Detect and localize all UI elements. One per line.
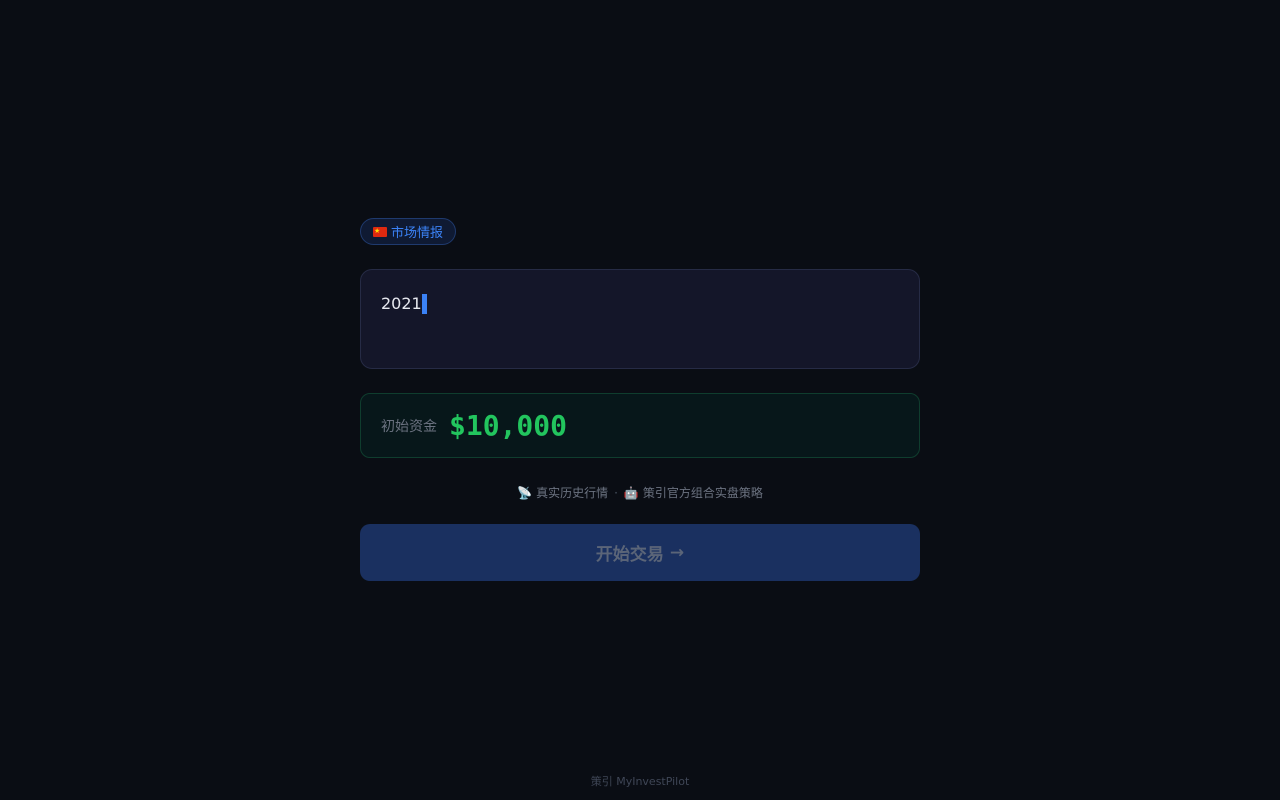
year-input[interactable]: 2021	[360, 269, 920, 369]
data-source-info: 📡 真实历史行情 · 🤖 策引官方组合实盘策略	[360, 484, 920, 501]
start-trading-label: 开始交易	[595, 545, 664, 565]
footer-brand: 策引 MyInvestPilot	[590, 775, 690, 788]
main-container: 市场情报 2021 初始资金 $10,000 📡 真实历史行情 · 🤖 策引官方…	[360, 218, 920, 581]
initial-capital-value: $10,000	[449, 409, 568, 442]
china-flag-icon	[373, 224, 387, 238]
year-input-value: 2021	[381, 294, 422, 313]
initial-capital-label: 初始资金	[381, 418, 437, 435]
robot-icon: 🤖	[623, 485, 639, 500]
page: 市场情报 2021 初始资金 $10,000 📡 真实历史行情 · 🤖 策引官方…	[0, 0, 1280, 800]
text-cursor	[421, 294, 427, 314]
info-separator: ·	[614, 485, 618, 500]
historical-data-text: 真实历史行情	[536, 486, 609, 500]
initial-capital-panel: 初始资金 $10,000	[360, 393, 920, 458]
start-trading-button[interactable]: 开始交易 →	[360, 524, 920, 581]
market-intel-badge[interactable]: 市场情报	[360, 218, 457, 245]
market-intel-label: 市场情报	[391, 226, 444, 241]
satellite-antenna-icon: 📡	[517, 485, 533, 500]
arrow-right-icon: →	[669, 542, 685, 563]
strategy-text: 策引官方组合实盘策略	[642, 486, 763, 500]
